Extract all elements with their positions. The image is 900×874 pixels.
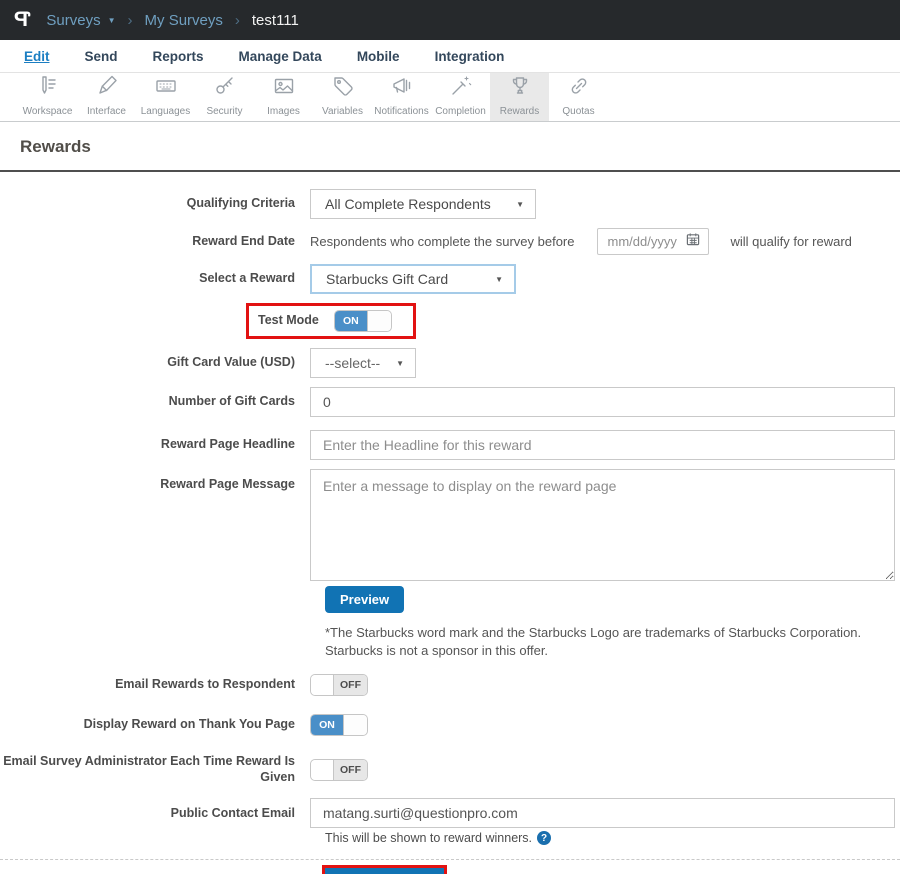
calendar-icon[interactable] bbox=[686, 232, 700, 251]
qualifying-criteria-label: Qualifying Criteria bbox=[186, 196, 295, 211]
key-icon bbox=[213, 74, 237, 103]
breadcrumb-separator: › bbox=[234, 11, 240, 29]
chevron-down-icon: ▼ bbox=[495, 274, 503, 284]
toolbar-item-languages[interactable]: Languages bbox=[136, 73, 195, 121]
test-mode-red-annotation: Test Mode ON bbox=[246, 303, 416, 339]
select-reward-select[interactable]: Starbucks Gift Card ▼ bbox=[310, 264, 516, 294]
qualifying-criteria-row: Qualifying Criteria All Complete Respond… bbox=[0, 189, 900, 219]
display-reward-row: Display Reward on Thank You Page ON bbox=[0, 714, 900, 737]
reward-end-date-input-wrap bbox=[596, 228, 709, 255]
headline-row: Reward Page Headline bbox=[0, 430, 900, 460]
tag-icon bbox=[331, 74, 355, 103]
tab-manage-data[interactable]: Manage Data bbox=[239, 49, 322, 64]
test-mode-toggle[interactable]: ON bbox=[333, 310, 392, 332]
public-email-label: Public Contact Email bbox=[170, 805, 295, 820]
message-label: Reward Page Message bbox=[160, 477, 295, 491]
reward-end-date-row: Reward End Date Respondents who complete… bbox=[0, 228, 900, 255]
email-admin-row: Email Survey Administrator Each Time Rew… bbox=[0, 754, 900, 785]
headline-label: Reward Page Headline bbox=[160, 437, 295, 452]
email-rewards-row: Email Rewards to Respondent OFF bbox=[0, 674, 900, 697]
breadcrumb-separator: › bbox=[127, 11, 133, 29]
reward-end-date-input[interactable] bbox=[607, 234, 680, 249]
megaphone-icon bbox=[390, 74, 414, 103]
toolbar-item-rewards[interactable]: Rewards bbox=[490, 73, 549, 121]
tab-mobile[interactable]: Mobile bbox=[357, 49, 400, 64]
toolbar-item-notifications[interactable]: Notifications bbox=[372, 73, 431, 121]
gift-card-value-row: Gift Card Value (USD) --select-- ▼ bbox=[0, 348, 900, 378]
test-mode-label: Test Mode bbox=[258, 313, 319, 328]
num-gift-cards-input[interactable] bbox=[310, 387, 895, 417]
save-changes-button[interactable]: Save Changes bbox=[325, 868, 444, 874]
end-date-prefix-text: Respondents who complete the survey befo… bbox=[310, 234, 575, 249]
toolbar-item-workspace[interactable]: Workspace bbox=[18, 73, 77, 121]
tab-edit[interactable]: Edit bbox=[24, 49, 50, 64]
trophy-icon bbox=[508, 74, 532, 103]
email-rewards-label: Email Rewards to Respondent bbox=[115, 677, 295, 692]
email-admin-toggle[interactable]: OFF bbox=[310, 758, 368, 781]
toggle-knob bbox=[366, 311, 391, 331]
public-email-row: Public Contact Email bbox=[0, 798, 900, 829]
public-email-input[interactable] bbox=[310, 798, 895, 829]
gift-card-value-select[interactable]: --select-- ▼ bbox=[310, 348, 416, 378]
rewards-form: Qualifying Criteria All Complete Respond… bbox=[0, 189, 900, 874]
pen-list-icon bbox=[36, 74, 60, 103]
message-textarea[interactable] bbox=[310, 469, 895, 581]
reward-end-date-label: Reward End Date bbox=[192, 233, 295, 248]
magic-wand-icon bbox=[449, 74, 473, 103]
preview-button[interactable]: Preview bbox=[325, 586, 405, 613]
toolbar-item-variables[interactable]: Variables bbox=[313, 73, 372, 121]
starbucks-disclaimer-text: *The Starbucks word mark and the Starbuc… bbox=[325, 625, 862, 658]
chevron-down-icon: ▼ bbox=[107, 15, 116, 25]
breadcrumb-my-surveys[interactable]: My Surveys bbox=[145, 12, 223, 29]
save-red-annotation: Save Changes bbox=[322, 865, 447, 874]
num-gift-cards-label: Number of Gift Cards bbox=[168, 394, 295, 409]
toolbar-item-security[interactable]: Security bbox=[195, 73, 254, 121]
toggle-knob bbox=[311, 675, 334, 696]
breadcrumb-current-survey: test111 bbox=[251, 11, 299, 29]
end-date-suffix-text: will qualify for reward bbox=[730, 234, 852, 249]
email-admin-label: Email Survey Administrator Each Time Rew… bbox=[3, 754, 295, 784]
email-rewards-toggle[interactable]: OFF bbox=[310, 674, 368, 697]
num-gift-cards-row: Number of Gift Cards bbox=[0, 387, 900, 417]
test-mode-row: Test Mode ON bbox=[0, 303, 900, 339]
divider bbox=[0, 170, 900, 172]
edit-toolbar: Workspace Interface Languages Security I… bbox=[0, 73, 900, 122]
chain-link-icon bbox=[567, 74, 591, 103]
display-reward-toggle[interactable]: ON bbox=[310, 714, 368, 737]
toolbar-item-quotas[interactable]: Quotas bbox=[549, 73, 608, 121]
select-reward-row: Select a Reward Starbucks Gift Card ▼ bbox=[0, 264, 900, 294]
main-nav: Edit Send Reports Manage Data Mobile Int… bbox=[0, 40, 900, 73]
select-reward-label: Select a Reward bbox=[199, 271, 295, 286]
public-email-helper: This will be shown to reward winners. ? bbox=[325, 831, 895, 846]
help-question-icon[interactable]: ? bbox=[537, 831, 552, 846]
chevron-down-icon: ▼ bbox=[516, 199, 524, 209]
message-row: Reward Page Message bbox=[0, 469, 900, 581]
display-reward-label: Display Reward on Thank You Page bbox=[83, 717, 295, 732]
tab-reports[interactable]: Reports bbox=[153, 49, 204, 64]
toolbar-item-interface[interactable]: Interface bbox=[77, 73, 136, 121]
chevron-down-icon: ▼ bbox=[396, 358, 404, 368]
preview-row: Preview bbox=[325, 586, 900, 613]
gift-card-value-label: Gift Card Value (USD) bbox=[167, 355, 295, 370]
dashed-divider bbox=[0, 859, 900, 861]
image-icon bbox=[272, 74, 296, 103]
tab-integration[interactable]: Integration bbox=[435, 49, 505, 64]
questionpro-logo-icon: Ƥ bbox=[14, 8, 31, 31]
top-header: Ƥ Surveys ▼ › My Surveys › test111 bbox=[0, 0, 900, 40]
pen-icon bbox=[95, 74, 119, 103]
headline-input[interactable] bbox=[310, 430, 895, 460]
tab-send[interactable]: Send bbox=[85, 49, 118, 64]
keyboard-icon bbox=[154, 74, 178, 103]
page-title: Rewards bbox=[20, 137, 91, 156]
qualifying-criteria-select[interactable]: All Complete Respondents ▼ bbox=[310, 189, 536, 219]
toolbar-item-completion[interactable]: Completion bbox=[431, 73, 490, 121]
toggle-knob bbox=[311, 759, 334, 780]
toolbar-item-images[interactable]: Images bbox=[254, 73, 313, 121]
toggle-knob bbox=[343, 715, 367, 736]
breadcrumb-surveys-menu[interactable]: Surveys ▼ bbox=[46, 12, 115, 29]
